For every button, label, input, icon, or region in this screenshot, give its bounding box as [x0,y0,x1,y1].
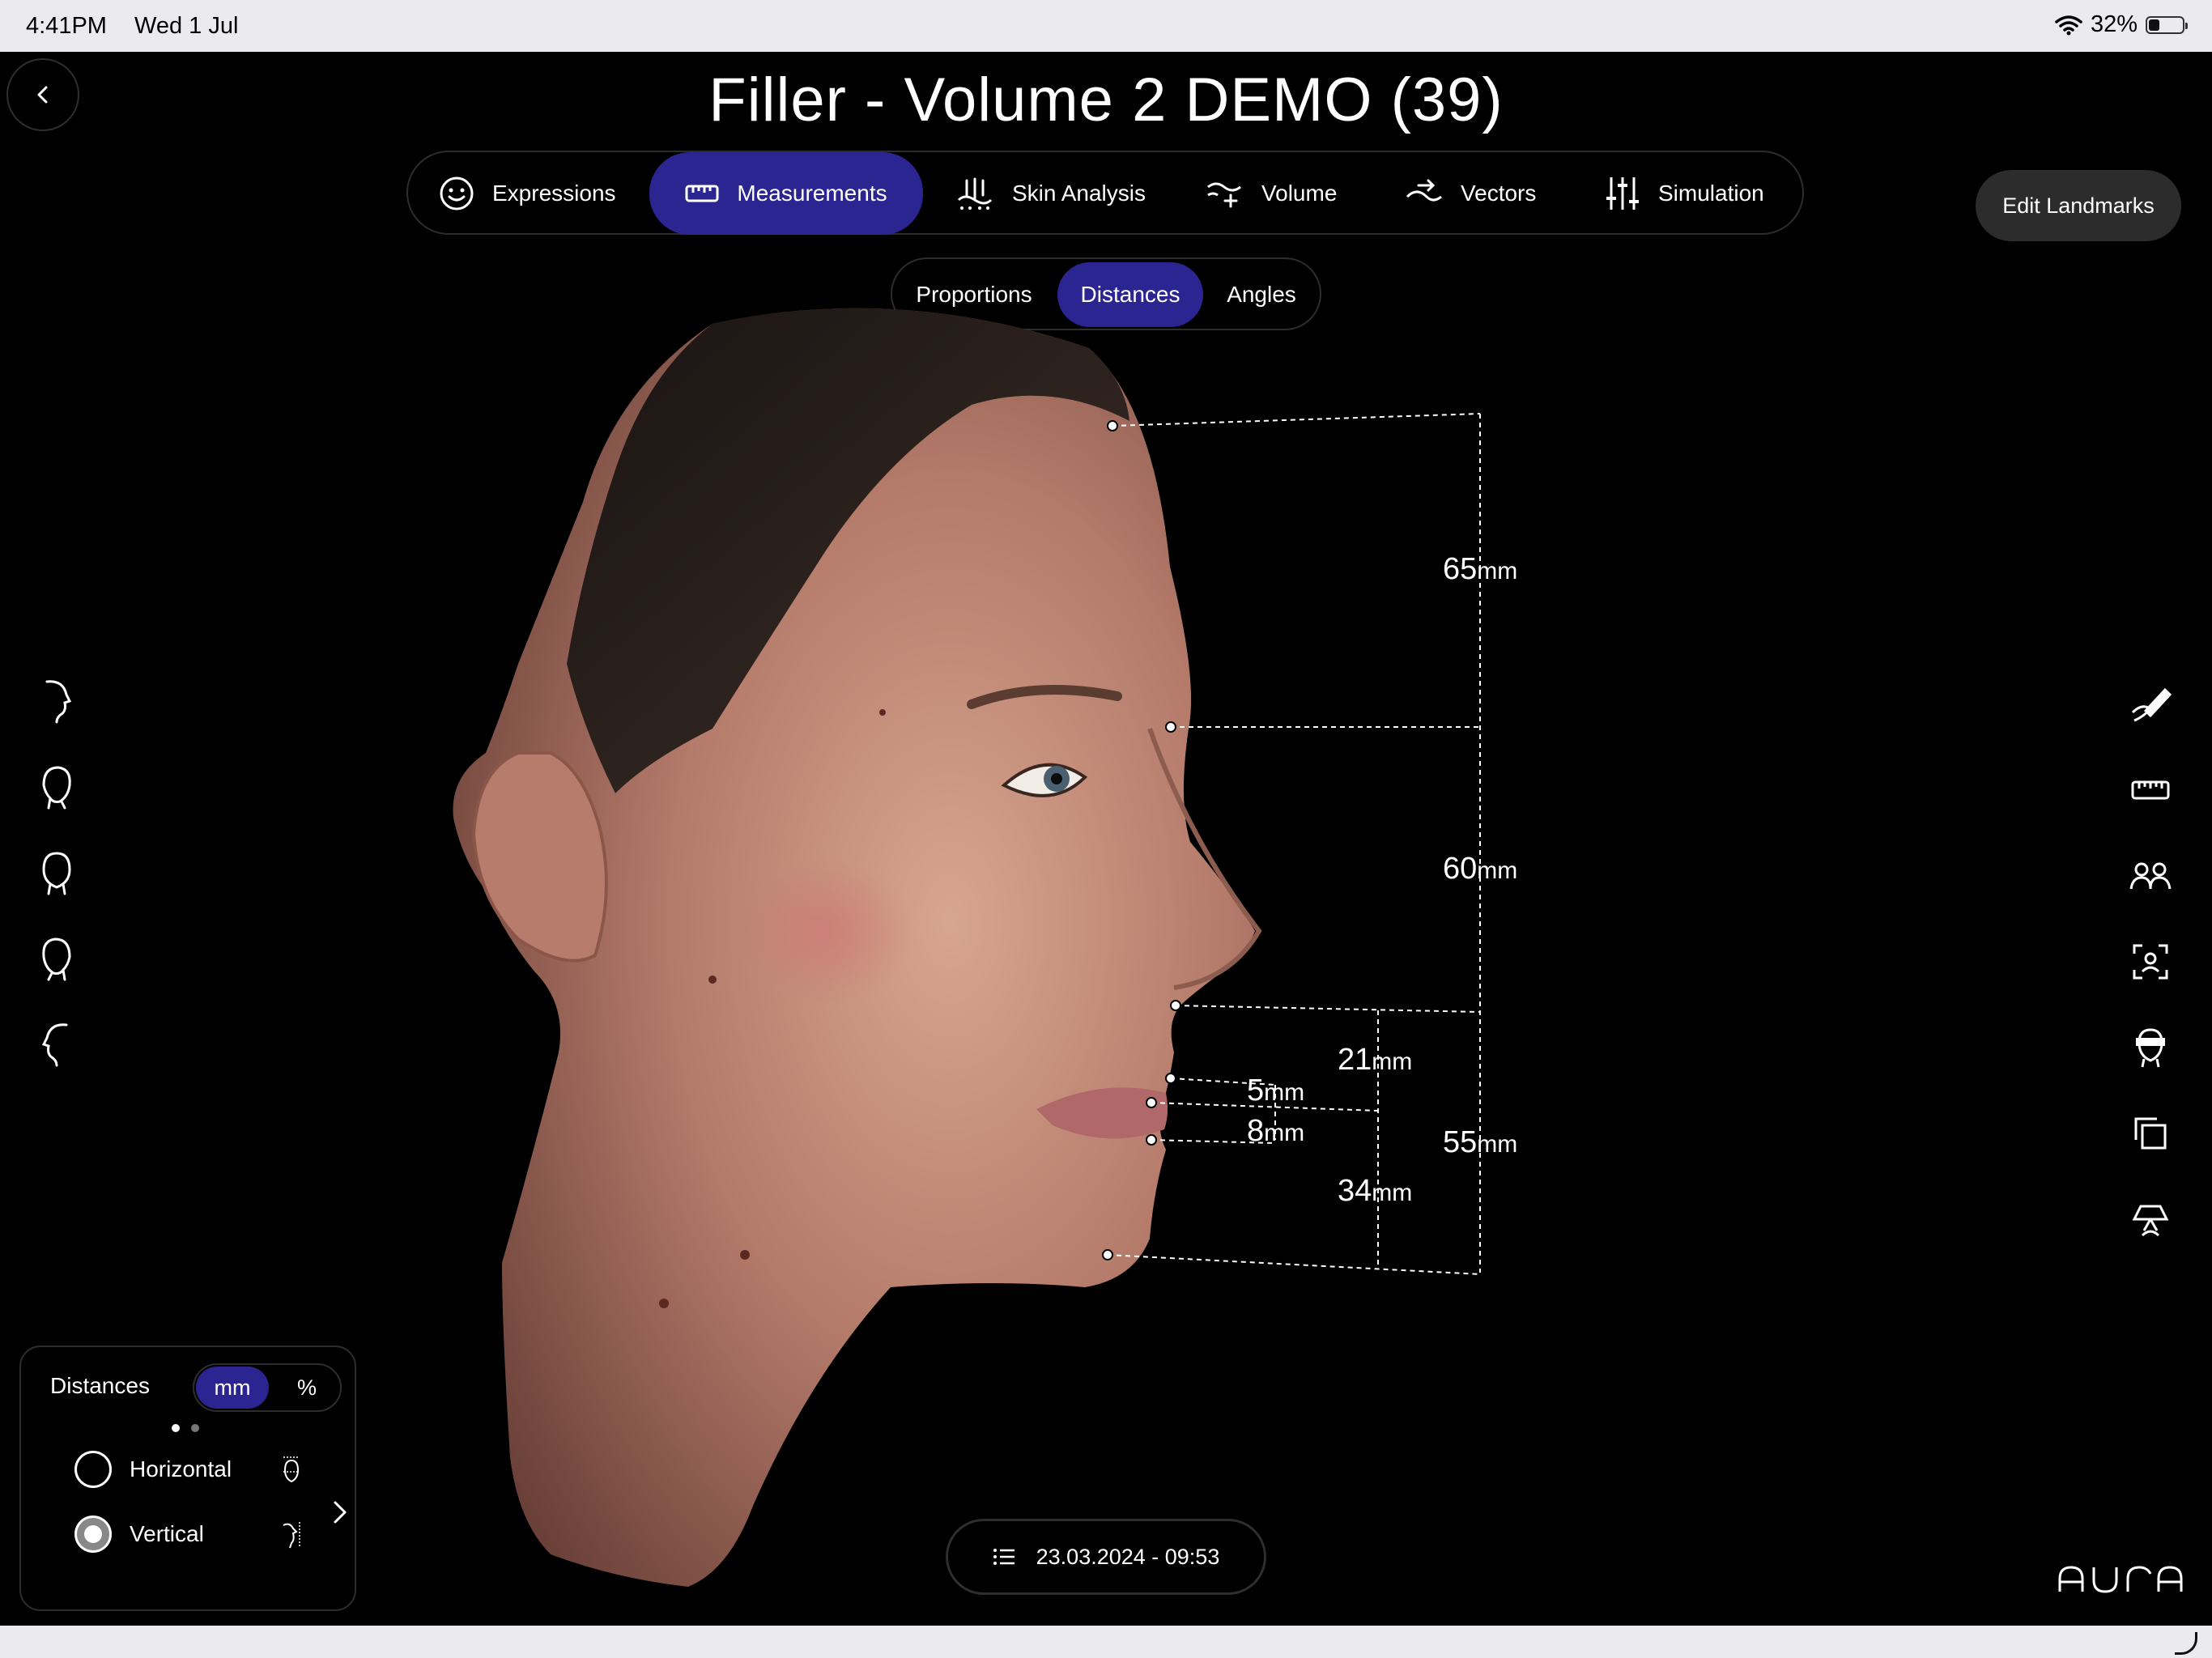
ruler-icon [2131,780,2170,800]
measurement-label: 65mm [1443,552,1517,587]
chevron-right-icon[interactable] [329,1498,351,1527]
measurement-label: 34mm [1338,1174,1412,1209]
measurement-value: 55 [1443,1125,1478,1159]
page-dot [191,1424,199,1432]
measurement-label: 8mm [1247,1114,1304,1149]
distances-panel-title: Distances [50,1373,150,1398]
measurement-value: 21 [1338,1043,1372,1077]
measurement-label: 60mm [1443,852,1517,886]
session-datetime: 23.03.2024 - 09:53 [1036,1544,1220,1569]
measurement-value: 5 [1247,1073,1265,1107]
home-indicator-bar [0,1626,2212,1658]
page-dot-active [172,1424,180,1432]
radio-horizontal[interactable] [74,1451,112,1488]
measurement-unit: mm [1372,1180,1413,1206]
measurement-unit: mm [1477,558,1518,585]
brand-logo [2058,1566,2183,1593]
measurement-value: 65 [1443,552,1478,586]
tool-compare[interactable] [2126,852,2175,900]
view-profile-left[interactable] [32,1020,81,1069]
vertical-face-icon [283,1522,300,1549]
copy-icon [2134,1117,2167,1150]
session-date-selector[interactable]: 23.03.2024 - 09:53 [946,1519,1266,1595]
measurement-value: 8 [1247,1114,1265,1148]
tool-draw[interactable] [2126,680,2175,729]
view-profile-right[interactable] [32,677,81,725]
corner-mark [2175,1632,2197,1655]
unit-mm[interactable]: mm [196,1367,269,1409]
measurement-unit: mm [1264,1079,1305,1106]
tool-copy[interactable] [2126,1109,2175,1158]
measurement-unit: mm [1372,1048,1413,1075]
front-face-icon [42,852,71,895]
measurement-value: 60 [1443,852,1478,886]
measurement-unit: mm [1264,1120,1305,1146]
option-vertical[interactable]: Vertical [74,1512,204,1556]
face-mask-icon [2136,1028,2165,1068]
option-label: Horizontal [130,1456,232,1482]
radio-vertical[interactable] [74,1516,112,1553]
measurement-label: 55mm [1443,1125,1517,1160]
measurement-label: 21mm [1338,1043,1412,1078]
measurement-unit: mm [1477,857,1518,884]
three-quarter-right-icon [42,766,71,810]
measurement-unit: mm [1477,1131,1518,1158]
lamp-icon [2132,1205,2169,1237]
profile-left-icon [41,1023,68,1067]
tool-lighting[interactable] [2126,1195,2175,1244]
compare-people-icon [2129,862,2172,890]
option-label: Vertical [130,1521,204,1546]
draw-icon [2131,687,2172,722]
profile-right-icon [45,680,72,724]
tool-face-scan[interactable] [2126,937,2175,986]
list-icon [993,1549,1015,1565]
view-front[interactable] [32,848,81,897]
tool-face-mask[interactable] [2126,1023,2175,1072]
unit-toggle: mm % [193,1363,342,1412]
distances-panel: Distances mm % Horizontal Vertical [19,1346,356,1611]
measurement-value: 34 [1338,1174,1372,1208]
view-three-quarter-right[interactable] [32,763,81,811]
horizontal-face-icon [283,1456,300,1483]
tool-ruler[interactable] [2126,766,2175,814]
face-scan-icon [2133,944,2168,980]
three-quarter-left-icon [42,937,71,981]
unit-percent[interactable]: % [279,1367,335,1409]
page-indicator [172,1422,211,1436]
measurement-label: 5mm [1247,1073,1304,1108]
view-three-quarter-left[interactable] [32,934,81,983]
option-horizontal[interactable]: Horizontal [74,1448,232,1491]
